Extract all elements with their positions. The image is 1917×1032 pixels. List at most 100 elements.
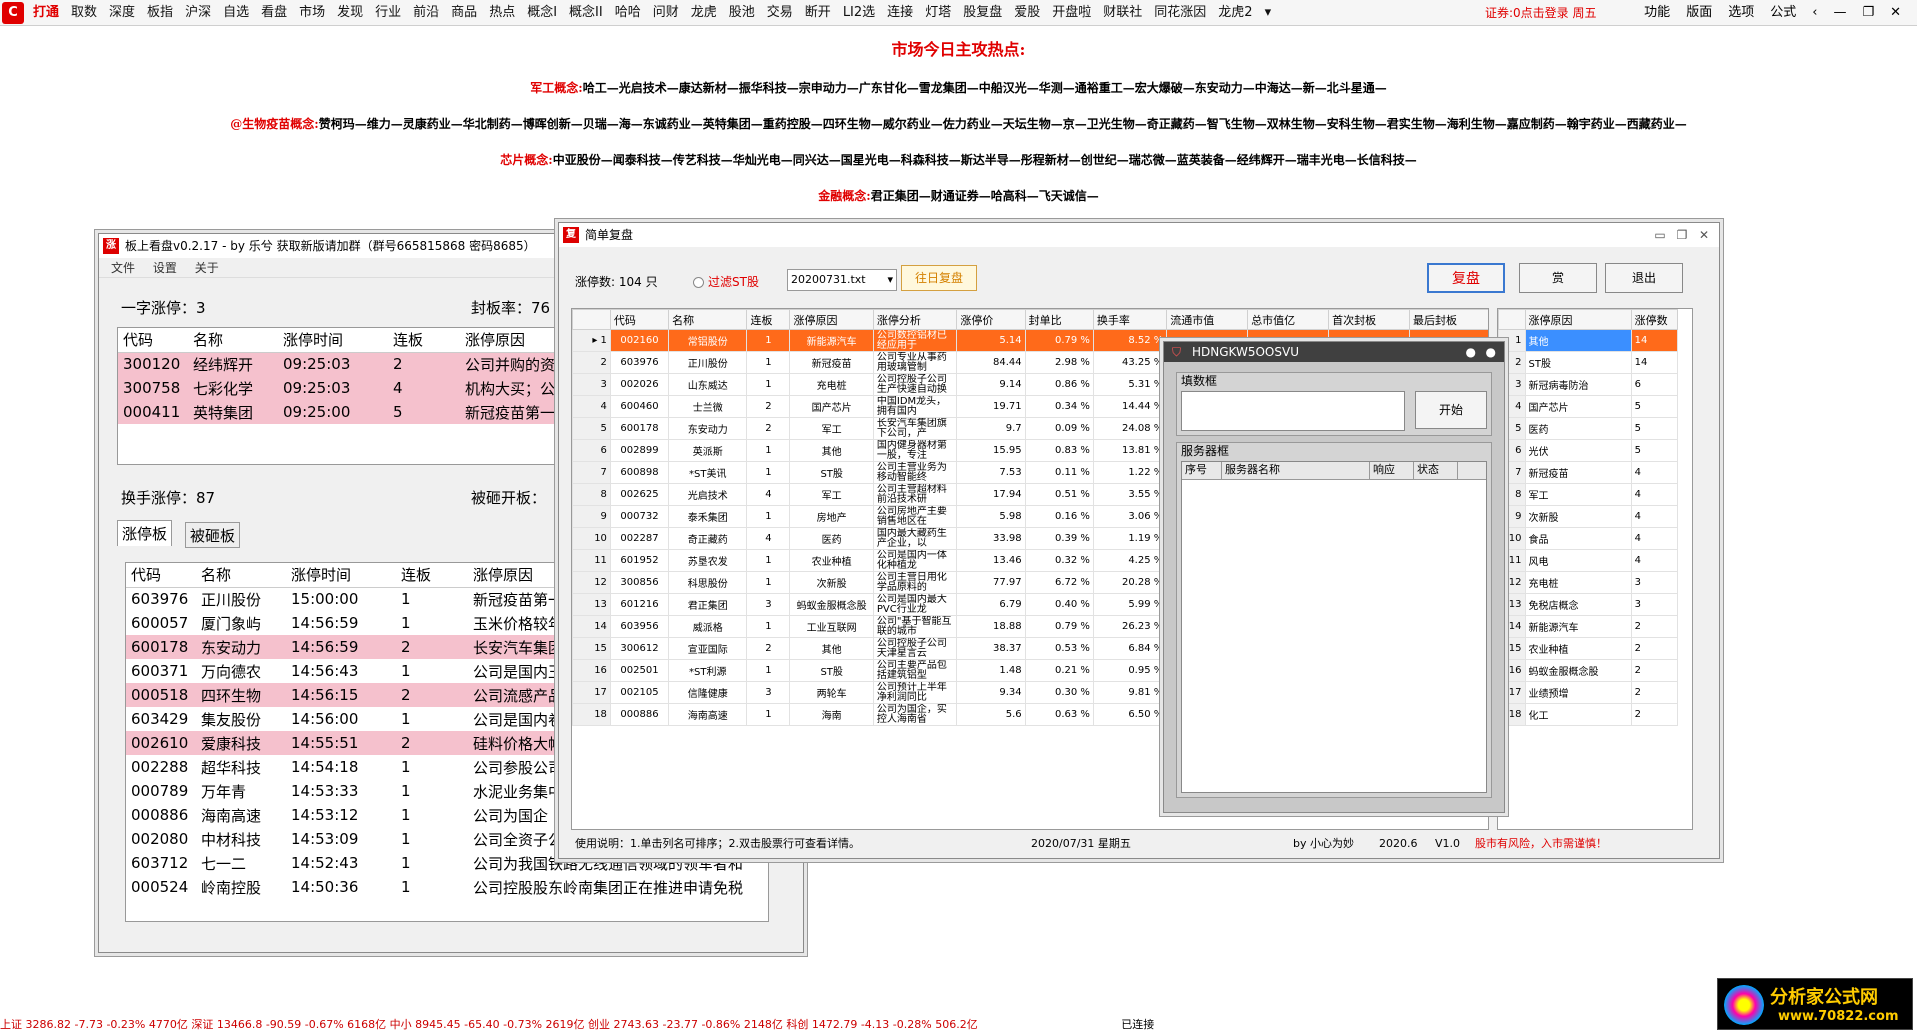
table-row[interactable]: 000524 岭南控股 14:50:36 1 公司控股股东岭南集团正在推进申请免税 <box>126 875 768 899</box>
table-row[interactable]: 15 农业种植 2 <box>1498 637 1679 660</box>
col-header[interactable]: 涨停原因 <box>789 309 874 330</box>
col-header[interactable]: 代码 <box>126 563 196 588</box>
menu-1[interactable]: 取数 <box>65 0 103 26</box>
close-icon[interactable]: ✕ <box>1693 223 1715 247</box>
tab-broken-board[interactable]: 被砸板 <box>185 522 241 548</box>
table-row[interactable]: 7 新冠疫苗 4 <box>1498 461 1679 484</box>
col-header[interactable]: 连板 <box>388 328 460 353</box>
filter-st-radio[interactable]: 过滤ST股 <box>693 273 759 290</box>
prev-review-button[interactable]: 往日复盘 <box>901 265 977 291</box>
menu-3[interactable]: 板指 <box>141 0 179 26</box>
col-response[interactable]: 响应 <box>1370 462 1414 479</box>
menu-28[interactable]: 同花涨因 <box>1148 0 1212 26</box>
minimize-icon[interactable]: — <box>1825 0 1854 26</box>
table-row[interactable]: 14 新能源汽车 2 <box>1498 615 1679 638</box>
menu-formula[interactable]: 公式 <box>1762 0 1804 26</box>
col-header[interactable]: 连板 <box>746 309 791 330</box>
col-header[interactable]: 换手率 <box>1092 309 1168 330</box>
minimize-icon[interactable]: ▭ <box>1649 223 1671 247</box>
table-row[interactable]: 3 新冠病毒防治 6 <box>1498 373 1679 396</box>
table-row[interactable]: 8 军工 4 <box>1498 483 1679 506</box>
menu-27[interactable]: 财联社 <box>1097 0 1148 26</box>
menu-4[interactable]: 沪深 <box>179 0 217 26</box>
table-row[interactable]: 9 次新股 4 <box>1498 505 1679 528</box>
col-header[interactable]: 涨停价 <box>956 309 1026 330</box>
menu-options[interactable]: 选项 <box>1720 0 1762 26</box>
menu-12[interactable]: 热点 <box>483 0 521 26</box>
col-header[interactable]: 名称 <box>188 328 278 353</box>
col-header[interactable]: 涨停分析 <box>872 309 958 330</box>
menu-layout[interactable]: 版面 <box>1678 0 1720 26</box>
radio-icon[interactable] <box>693 277 704 288</box>
table-row[interactable]: 18 化工 2 <box>1498 703 1679 726</box>
simple-review-titlebar[interactable]: 复简单复盘 ▭ ❐ ✕ <box>559 223 1719 247</box>
table-row[interactable]: 12 充电桩 3 <box>1498 571 1679 594</box>
table-row[interactable]: 5 医药 5 <box>1498 417 1679 440</box>
col-header[interactable]: 最后封板 <box>1409 309 1488 330</box>
maximize-icon[interactable]: ❐ <box>1671 223 1693 247</box>
menu-19[interactable]: 交易 <box>761 0 799 26</box>
menu-16[interactable]: 问财 <box>647 0 685 26</box>
menu-settings[interactable]: 设置 <box>153 261 177 275</box>
col-header[interactable]: 名称 <box>668 309 748 330</box>
menu-15[interactable]: 哈哈 <box>609 0 647 26</box>
table-row[interactable]: 13 免税店概念 3 <box>1498 593 1679 616</box>
col-header[interactable]: 名称 <box>196 563 286 588</box>
table-row[interactable]: 1 其他 14 <box>1498 329 1679 352</box>
menu-more-chevron-icon[interactable]: ▾ <box>1259 0 1278 26</box>
col-status[interactable]: 状态 <box>1414 462 1458 479</box>
menu-13[interactable]: 概念I <box>521 0 563 26</box>
menu-7[interactable]: 市场 <box>293 0 331 26</box>
col-header[interactable]: 连板 <box>396 563 468 588</box>
minimize-icon[interactable]: ● <box>1466 342 1476 362</box>
table-row[interactable]: 6 光伏 5 <box>1498 439 1679 462</box>
server-list[interactable]: 序号 服务器名称 响应 状态 <box>1181 461 1487 793</box>
col-header[interactable]: 封单比 <box>1024 309 1094 330</box>
menu-2[interactable]: 深度 <box>103 0 141 26</box>
menu-29[interactable]: 龙虎2 <box>1212 0 1258 26</box>
menu-14[interactable]: 概念II <box>563 0 609 26</box>
col-seq[interactable]: 序号 <box>1182 462 1222 479</box>
menu-6[interactable]: 看盘 <box>255 0 293 26</box>
menu-26[interactable]: 开盘啦 <box>1046 0 1097 26</box>
col-header[interactable]: 涨停原因 <box>1524 309 1632 330</box>
back-arrow-icon[interactable]: ‹ <box>1804 0 1825 26</box>
table-row[interactable]: 17 业绩预增 2 <box>1498 681 1679 704</box>
menu-23[interactable]: 灯塔 <box>919 0 957 26</box>
col-header[interactable]: 首次封板 <box>1328 309 1411 330</box>
close-icon[interactable]: ✕ <box>1882 0 1909 26</box>
menu-24[interactable]: 股复盘 <box>957 0 1008 26</box>
menu-5[interactable]: 自选 <box>217 0 255 26</box>
app-logo-icon[interactable]: C <box>2 1 24 24</box>
fill-input[interactable] <box>1181 391 1405 431</box>
reward-button[interactable]: 赏 <box>1519 263 1597 293</box>
col-header[interactable]: 代码 <box>118 328 188 353</box>
exit-button[interactable]: 退出 <box>1605 263 1683 293</box>
table-row[interactable]: 4 国产芯片 5 <box>1498 395 1679 418</box>
menu-11[interactable]: 商品 <box>445 0 483 26</box>
col-header[interactable]: 总市值亿 <box>1247 309 1330 330</box>
menu-9[interactable]: 行业 <box>369 0 407 26</box>
table-row[interactable]: 16 蚂蚁金服概念股 2 <box>1498 659 1679 682</box>
review-button[interactable]: 复盘 <box>1427 263 1505 293</box>
menu-20[interactable]: 断开 <box>799 0 837 26</box>
menu-10[interactable]: 前沿 <box>407 0 445 26</box>
menu-22[interactable]: 连接 <box>881 0 919 26</box>
col-header[interactable]: 涨停时间 <box>286 563 396 588</box>
close-icon[interactable]: ● <box>1486 342 1496 362</box>
menu-0[interactable]: 打通 <box>27 0 65 26</box>
file-select[interactable]: 20200731.txt ▾ <box>787 269 897 291</box>
table-row[interactable]: 10 食品 4 <box>1498 527 1679 550</box>
menu-21[interactable]: LI2选 <box>837 0 881 26</box>
col-header[interactable]: 涨停数 <box>1630 309 1679 330</box>
tab-limit-up[interactable]: 涨停板 <box>117 520 173 546</box>
col-header[interactable]: 代码 <box>609 309 670 330</box>
menu-25[interactable]: 爱股 <box>1008 0 1046 26</box>
restore-icon[interactable]: ❐ <box>1854 0 1882 26</box>
menu-function[interactable]: 功能 <box>1636 0 1678 26</box>
col-header[interactable]: 流通市值 <box>1166 309 1249 330</box>
table-row[interactable]: 11 风电 4 <box>1498 549 1679 572</box>
login-status[interactable]: 证券:0点击登录 周五 <box>1485 0 1597 26</box>
menu-file[interactable]: 文件 <box>111 261 135 275</box>
dropdown-arrow-icon[interactable]: ▾ <box>887 270 893 290</box>
